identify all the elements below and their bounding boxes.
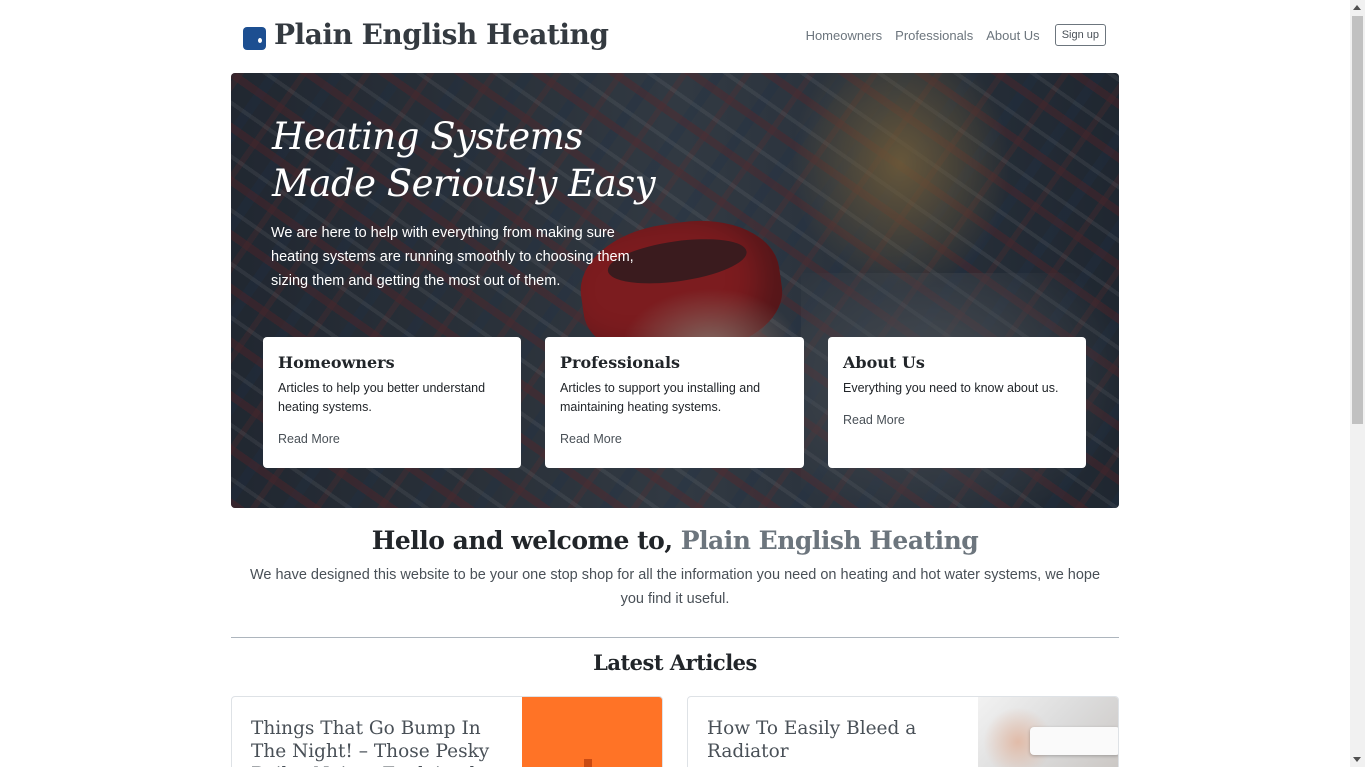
hero-title: Heating Systems Made Seriously Easy bbox=[272, 115, 656, 205]
card-text: Articles to support you installing and m… bbox=[560, 381, 761, 414]
article-card[interactable]: How To Easily Bleed a Radiator bbox=[687, 696, 1119, 767]
card-homeowners: Homeowners Articles to help you better u… bbox=[263, 337, 521, 468]
card-title: Homeowners bbox=[278, 353, 395, 372]
signup-button[interactable]: Sign up bbox=[1054, 24, 1106, 46]
site-header: Plain English Heating Homeowners Profess… bbox=[231, 0, 1119, 73]
article-thumbnail[interactable] bbox=[522, 697, 662, 767]
welcome-heading-text: Hello and welcome to, bbox=[371, 526, 673, 555]
read-more-link[interactable]: Read More bbox=[560, 432, 622, 446]
scroll-up-arrow-icon[interactable] bbox=[1353, 5, 1361, 10]
main-nav: Homeowners Professionals About Us Sign u… bbox=[793, 24, 1106, 46]
article-card[interactable]: Things That Go Bump In The Night! – Thos… bbox=[231, 696, 663, 767]
welcome-heading-brand: Plain English Heating bbox=[680, 526, 979, 555]
read-more-link[interactable]: Read More bbox=[843, 413, 905, 427]
welcome-section: Hello and welcome to, Plain English Heat… bbox=[231, 526, 1119, 611]
hero-banner: Heating Systems Made Seriously Easy We a… bbox=[231, 73, 1119, 508]
welcome-heading: Hello and welcome to, Plain English Heat… bbox=[231, 526, 1119, 555]
card-text: Articles to help you better understand h… bbox=[278, 381, 486, 414]
card-professionals: Professionals Articles to support you in… bbox=[545, 337, 804, 468]
latest-articles-heading: Latest Articles bbox=[593, 650, 757, 675]
scroll-down-arrow-icon[interactable] bbox=[1353, 757, 1361, 762]
brand-name[interactable]: Plain English Heating bbox=[274, 18, 609, 51]
welcome-text: We have designed this website to be your… bbox=[249, 567, 1101, 607]
brand-logo-icon[interactable] bbox=[243, 27, 266, 50]
hero-cards: Homeowners Articles to help you better u… bbox=[263, 337, 1087, 468]
hero-lead: We are here to help with everything from… bbox=[271, 225, 634, 289]
card-title: About Us bbox=[843, 353, 925, 372]
nav-professionals[interactable]: Professionals bbox=[895, 28, 973, 43]
thumbnail-radiator bbox=[1030, 727, 1118, 755]
card-about-us: About Us Everything you need to know abo… bbox=[828, 337, 1086, 468]
water-drop-icon bbox=[258, 38, 262, 43]
card-title: Professionals bbox=[560, 353, 681, 372]
nav-homeowners[interactable]: Homeowners bbox=[806, 28, 883, 43]
section-divider bbox=[231, 637, 1119, 638]
page-scrollbar[interactable] bbox=[1350, 0, 1365, 767]
card-text: Everything you need to know about us. bbox=[843, 381, 1059, 395]
nav-about-us[interactable]: About Us bbox=[986, 28, 1039, 43]
thumbnail-detail bbox=[584, 759, 592, 767]
article-title[interactable]: Things That Go Bump In The Night! – Thos… bbox=[251, 717, 511, 767]
article-title[interactable]: How To Easily Bleed a Radiator bbox=[707, 717, 967, 763]
article-thumbnail[interactable] bbox=[978, 697, 1118, 767]
read-more-link[interactable]: Read More bbox=[278, 432, 340, 446]
scrollbar-thumb[interactable] bbox=[1352, 16, 1363, 424]
